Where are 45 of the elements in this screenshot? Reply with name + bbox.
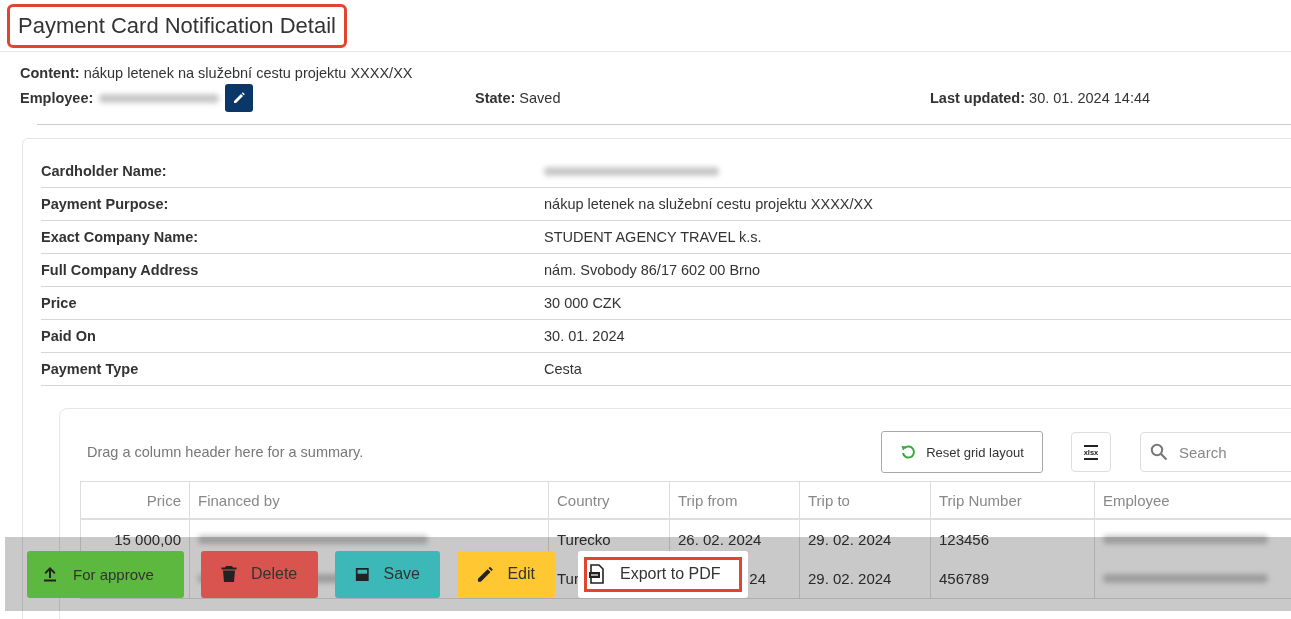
field-label: Cardholder Name: xyxy=(41,163,168,179)
page-title: Payment Card Notification Detail xyxy=(7,3,347,48)
column-header[interactable]: Country xyxy=(549,482,670,520)
column-header[interactable]: Trip Number xyxy=(931,482,1095,520)
action-button[interactable]: Export to PDF xyxy=(578,550,748,598)
column-header[interactable]: Price xyxy=(81,482,190,520)
employee-label: Employee: xyxy=(20,90,94,106)
field-label: Paid On xyxy=(41,328,97,344)
field-label: Price xyxy=(41,295,78,311)
field-label: Payment Type xyxy=(41,361,140,377)
reset-grid-button[interactable]: Reset grid layout xyxy=(881,431,1043,473)
field-label: Payment Purpose: xyxy=(41,196,170,212)
last-updated-text: Last updated: 30. 01. 2024 14:44 xyxy=(930,90,1151,106)
field-label: Exact Company Name: xyxy=(41,229,200,245)
field-value: 30. 01. 2024 xyxy=(544,328,626,344)
group-hint: Drag a column header here for a summary. xyxy=(86,444,365,460)
field-value: 30 000 CZK xyxy=(544,295,623,311)
field-value: nákup letenek na služební cestu projektu XXXX/XX xyxy=(544,196,874,212)
table-cell: 29. 02. 2024 xyxy=(800,559,931,598)
column-header[interactable]: Trip from xyxy=(670,482,800,520)
trash-icon xyxy=(221,565,237,583)
table-cell: 456789 xyxy=(931,559,1095,598)
column-header[interactable]: Trip to xyxy=(800,482,931,520)
circular-arrow-icon xyxy=(900,444,917,460)
pencil-icon xyxy=(233,92,246,104)
field-value: Cesta xyxy=(544,361,583,377)
field-value: nám. Svobody 86/17 602 00 Brno xyxy=(544,262,762,278)
field-label: Full Company Address xyxy=(41,262,200,278)
column-header[interactable]: Financed by xyxy=(190,482,549,520)
column-header[interactable]: Employee xyxy=(1095,482,1291,520)
action-button[interactable]: Delete xyxy=(201,550,318,598)
action-button[interactable]: Edit xyxy=(457,550,555,598)
search-icon xyxy=(1150,443,1168,461)
edit-employee-button[interactable] xyxy=(225,84,254,112)
action-button[interactable]: For approve xyxy=(27,550,184,598)
action-button[interactable]: Save xyxy=(335,550,440,598)
state-text: State: Saved xyxy=(475,90,561,106)
field-value: STUDENT AGENCY TRAVEL k.s. xyxy=(544,229,763,245)
pdf-file-icon xyxy=(588,564,606,584)
upload-icon xyxy=(41,565,59,583)
search-field[interactable]: Search xyxy=(1140,432,1291,472)
table-cell: 123456 xyxy=(931,520,1095,559)
pencil-icon xyxy=(477,565,494,583)
table-cell: 29. 02. 2024 xyxy=(800,520,931,559)
content-text: Content: nákup letenek na služební cestu projektu XXXX/XX xyxy=(20,65,413,81)
